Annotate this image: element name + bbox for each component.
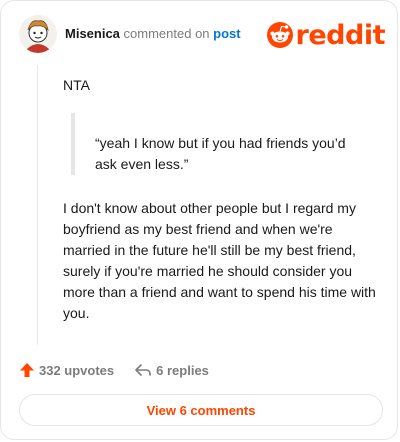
replies-button[interactable]: 6 replies (134, 362, 209, 378)
view-comments-button[interactable]: View 6 comments (19, 394, 383, 426)
reply-arrow-icon (135, 364, 151, 376)
reddit-wordmark: reddit (295, 19, 386, 51)
comment-paragraph: I don't know about other people but I re… (63, 200, 376, 321)
upvote-arrow-icon (20, 363, 34, 377)
snoo-avatar-icon (19, 15, 57, 53)
comment-header: Misenica commented on post reddit (19, 15, 386, 55)
action-text: commented on (123, 26, 210, 41)
comment-actions: 332 upvotes 6 replies (19, 359, 209, 381)
upvote-count: 332 upvotes (39, 362, 115, 378)
comment-card: Misenica commented on post reddit NTA “y… (0, 0, 398, 440)
user-avatar[interactable] (19, 15, 57, 53)
comment-meta: Misenica commented on post (65, 26, 241, 41)
thread-line[interactable] (37, 65, 38, 345)
replies-count: 6 replies (156, 362, 209, 378)
blockquote: “yeah I know but if you had friends you’… (71, 113, 371, 175)
post-link[interactable]: post (213, 26, 240, 41)
reddit-snoo-icon (266, 22, 293, 48)
reddit-logo[interactable]: reddit (266, 19, 386, 51)
username-link[interactable]: Misenica (65, 26, 120, 41)
upvote-button[interactable]: 332 upvotes (19, 362, 114, 378)
comment-intro: NTA (63, 77, 90, 93)
quote-text: “yeah I know but if you had friends you’… (95, 135, 346, 172)
